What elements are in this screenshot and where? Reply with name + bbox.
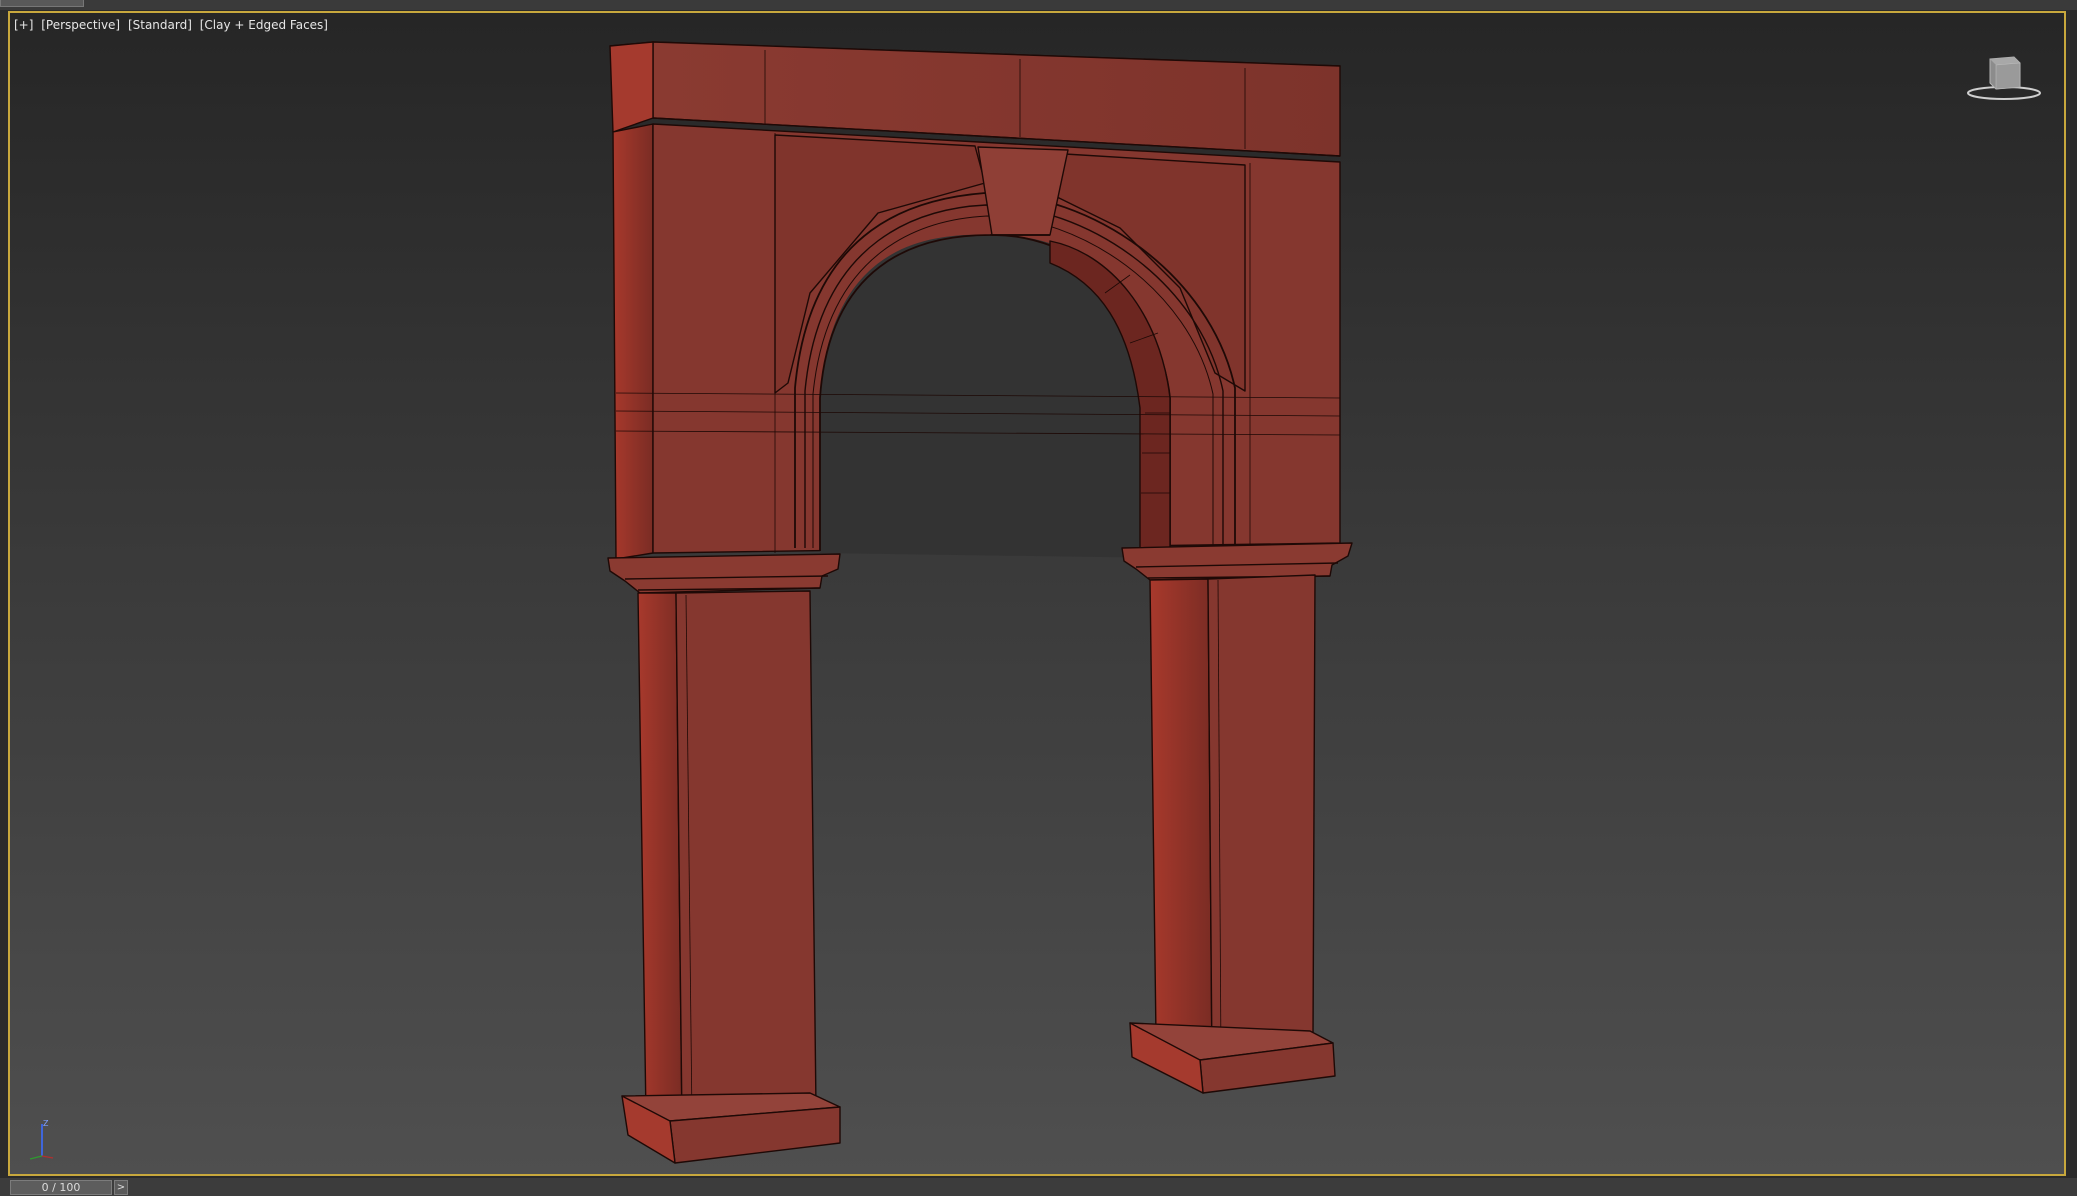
left-column-side (637, 592, 683, 1124)
viewport-label[interactable]: [+] [Perspective] [Standard] [Clay + Edg… (14, 18, 332, 32)
upper-body-left-face (612, 123, 654, 560)
viewport-point-of-view[interactable]: [Perspective] (41, 18, 120, 32)
svg-text:Z: Z (43, 1119, 49, 1128)
right-column-side (1149, 578, 1213, 1064)
perspective-viewport[interactable]: [+] [Perspective] [Standard] [Clay + Edg… (8, 11, 2066, 1176)
axis-tripod-icon: Z (29, 1119, 54, 1160)
time-slider-bar: 0 / 100 > (0, 1178, 2077, 1196)
left-column-front (675, 590, 817, 1124)
right-column-front (1207, 574, 1316, 1064)
top-toolbar-strip (0, 0, 2077, 10)
viewport-layout-tab[interactable] (0, 0, 84, 7)
beam-left-face (609, 41, 654, 133)
viewport-per-view-preference[interactable]: [Standard] (128, 18, 192, 32)
right-capital (1121, 542, 1353, 581)
next-frame-button[interactable]: > (114, 1180, 128, 1195)
viewcube-icon[interactable] (1964, 49, 2044, 105)
viewport-shading-mode[interactable]: [Clay + Edged Faces] (200, 18, 328, 32)
arch-model[interactable] (10, 13, 2064, 1174)
left-capital (607, 553, 841, 594)
viewport-menu-plus[interactable]: [+] (14, 18, 33, 32)
time-slider[interactable]: 0 / 100 (10, 1180, 112, 1195)
